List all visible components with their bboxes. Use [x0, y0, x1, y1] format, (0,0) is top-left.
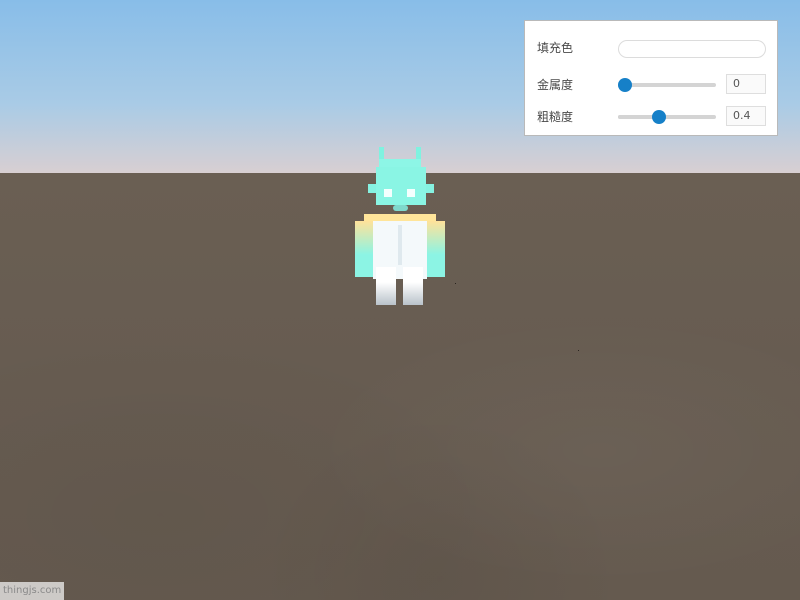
watermark-logo: thingjs.com [0, 582, 64, 600]
metalness-value-input[interactable]: 0 [726, 74, 766, 94]
metalness-slider[interactable] [618, 78, 716, 92]
roughness-slider-thumb[interactable] [651, 110, 666, 124]
robot-torso-seam [398, 225, 402, 265]
metalness-row: 金属度 0 [525, 72, 779, 96]
ground-speck [578, 350, 579, 351]
robot-model[interactable] [355, 147, 447, 307]
robot-arm-left [355, 221, 373, 277]
metalness-label: 金属度 [537, 78, 574, 92]
robot-head [376, 167, 426, 205]
robot-eye-left [384, 189, 392, 197]
robot-mouth [393, 205, 408, 211]
robot-ear-right [425, 184, 434, 193]
3d-viewport[interactable]: 填充色 金属度 0 粗糙度 0.4 thingjs.com [0, 0, 800, 600]
robot-antenna-left [379, 147, 384, 159]
robot-arm-right [427, 221, 445, 277]
robot-eye-right [407, 189, 415, 197]
robot-leg-right [403, 267, 423, 305]
fill-color-picker[interactable] [618, 40, 766, 58]
roughness-label: 粗糙度 [537, 110, 574, 124]
robot-antenna-right [416, 147, 421, 159]
ground-speck [455, 283, 456, 284]
fill-color-label: 填充色 [537, 41, 574, 55]
robot-leg-left [376, 267, 396, 305]
metalness-slider-thumb[interactable] [618, 78, 632, 92]
roughness-row: 粗糙度 0.4 [525, 104, 779, 128]
roughness-value-input[interactable]: 0.4 [726, 106, 766, 126]
fill-color-row: 填充色 [525, 35, 779, 59]
roughness-slider[interactable] [618, 110, 716, 124]
material-control-panel: 填充色 金属度 0 粗糙度 0.4 [524, 20, 778, 136]
robot-antenna-base [379, 159, 421, 167]
